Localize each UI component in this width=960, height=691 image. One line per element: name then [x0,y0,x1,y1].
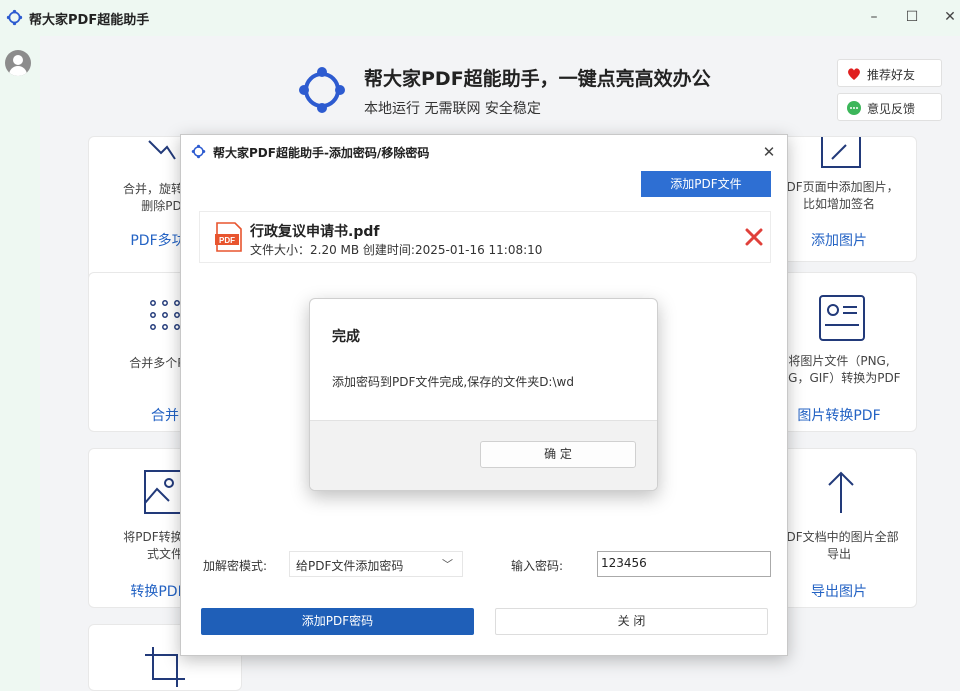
hero-title: 帮大家PDF超能助手，一键点亮高效办公 [364,68,711,90]
title-bar: 帮大家PDF超能助手 – ☐ ✕ [0,0,960,36]
chat-icon [847,101,861,115]
app-logo-icon [191,144,206,159]
rotate-icon [148,140,176,160]
sign-image-icon [821,137,861,168]
dialog-title: 帮大家PDF超能助手-添加密码/移除密码 [213,146,430,160]
id-card-icon [819,295,865,341]
mode-label: 加解密模式: [203,559,268,573]
chevron-down-icon: ﹀ [442,558,453,571]
avatar-icon[interactable] [5,50,31,76]
hero-logo-icon [299,67,345,113]
pdf-icon-label: PDF [219,236,235,245]
dialog-header: 帮大家PDF超能助手-添加密码/移除密码 ✕ [181,135,787,169]
add-pdf-file-button[interactable]: 添加PDF文件 [641,171,771,197]
alert-message: 添加密码到PDF文件完成,保存的文件夹D:\wd [332,375,574,389]
ok-button[interactable]: 确 定 [480,441,636,468]
add-pdf-password-button[interactable]: 添加PDF密码 [201,608,474,635]
feedback-label: 意见反馈 [867,102,916,116]
password-input[interactable]: 123456 [597,551,771,577]
pdf-file-icon: PDF [215,222,242,252]
minimize-button[interactable]: – [862,6,886,28]
file-list-item: PDF 行政复议申请书.pdf 文件大小：2.20 MB 创建时间:2025-0… [199,211,771,263]
completion-alert: 完成 添加密码到PDF文件完成,保存的文件夹D:\wd 确 定 [309,298,658,491]
close-window-button[interactable]: ✕ [938,6,960,28]
delete-icon[interactable] [745,228,763,246]
feedback-button[interactable]: 意见反馈 [837,93,942,121]
sidebar [0,36,40,691]
image-icon [144,470,182,514]
window-title: 帮大家PDF超能助手 [29,13,150,28]
recommend-friend-button[interactable]: 推荐好友 [837,59,942,87]
maximize-button[interactable]: ☐ [900,6,924,28]
file-name: 行政复议申请书.pdf [250,224,380,240]
mode-select-value: 给PDF文件添加密码 [296,559,404,573]
hero-subtitle: 本地运行 无需联网 安全稳定 [364,101,541,117]
password-label: 输入密码: [511,559,564,573]
app-logo-icon [6,9,23,26]
dialog-close-icon[interactable]: ✕ [759,142,779,162]
file-meta: 文件大小：2.20 MB 创建时间:2025-01-16 11:08:10 [250,243,543,257]
close-dialog-button[interactable]: 关 闭 [495,608,768,635]
heart-icon [848,68,860,80]
alert-title: 完成 [332,329,360,345]
arrow-up-icon [828,471,854,513]
recommend-friend-label: 推荐好友 [867,68,916,82]
alert-footer: 确 定 [310,420,657,490]
mode-select[interactable]: 给PDF文件添加密码 ﹀ [289,551,463,577]
